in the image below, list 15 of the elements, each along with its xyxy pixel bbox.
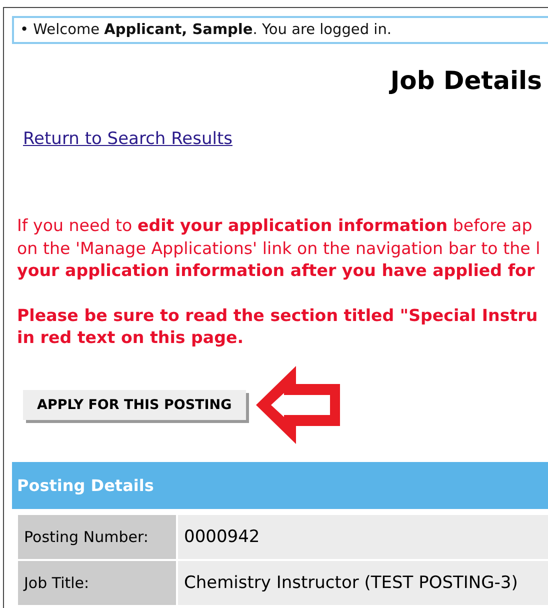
notice-line: on the 'Manage Applications' link on the navigation bar to the l — [17, 238, 542, 260]
arrow-icon — [254, 364, 342, 446]
warning-line: in red text on this page. — [17, 327, 245, 349]
warning-line: Please be sure to read the section titled "Special Instru — [17, 304, 539, 326]
welcome-message: • Welcome Applicant, Sample. You are logged in. — [12, 16, 548, 44]
field-value: 0000942 — [178, 514, 548, 558]
field-label: Job Title: — [18, 560, 178, 604]
field-value: Chemistry Instructor (TEST POSTING-3) — [178, 560, 548, 604]
return-link[interactable]: Return to Search Results — [23, 129, 232, 149]
field-label: Posting Number: — [18, 514, 178, 558]
section-header: Posting Details — [12, 462, 548, 508]
notice-line: If you need to edit your application information before ap — [17, 215, 534, 237]
page-title: Job Details — [388, 66, 542, 95]
notice-line: your application information after you have applied for — [17, 260, 536, 282]
apply-button[interactable]: APPLY FOR THIS POSTING — [23, 390, 246, 420]
